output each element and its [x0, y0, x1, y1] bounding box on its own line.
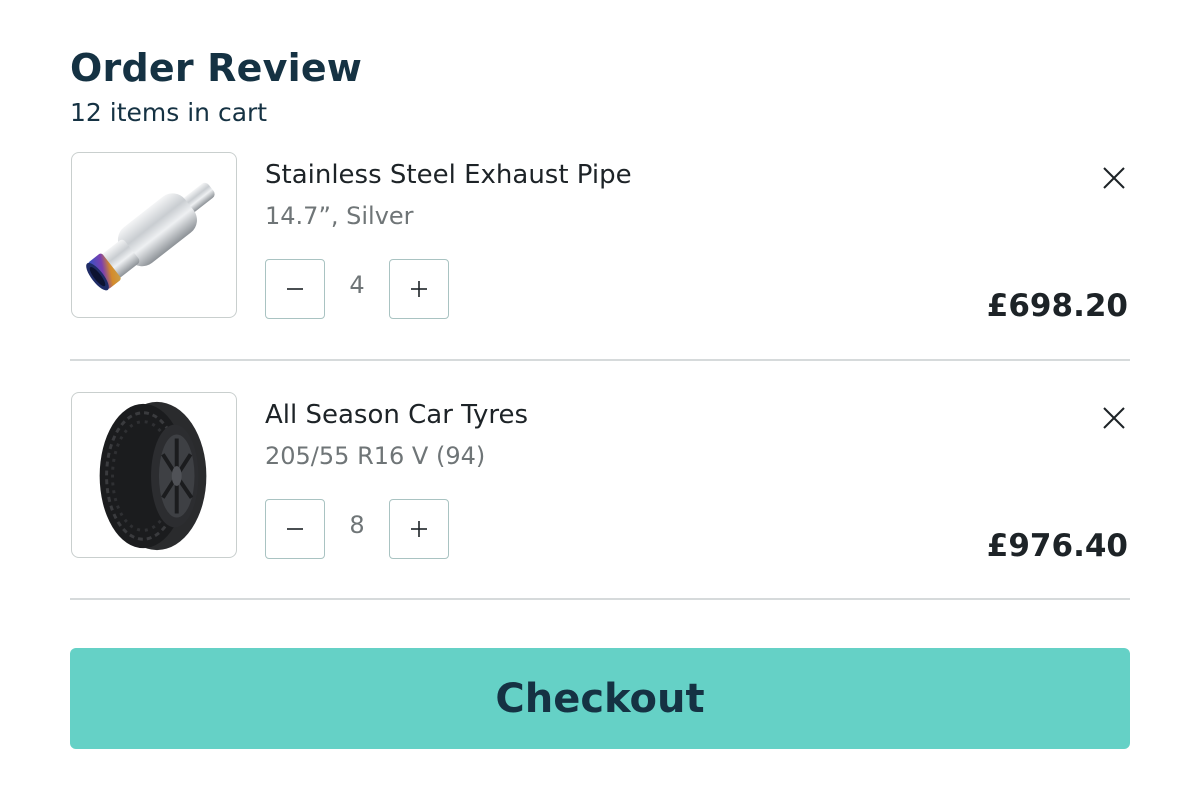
close-icon [1103, 407, 1125, 429]
quantity-stepper: 8 [265, 499, 451, 561]
increase-quantity-button[interactable] [389, 259, 449, 319]
divider [70, 359, 1130, 361]
plus-icon [411, 521, 427, 537]
quantity-stepper: 4 [265, 259, 451, 321]
item-name: All Season Car Tyres [265, 400, 529, 430]
plus-icon [411, 281, 427, 297]
increase-quantity-button[interactable] [389, 499, 449, 559]
item-name: Stainless Steel Exhaust Pipe [265, 160, 632, 190]
remove-item-button[interactable] [1098, 162, 1130, 194]
cart-item: Stainless Steel Exhaust Pipe 14.7”, Silv… [70, 152, 1130, 324]
decrease-quantity-button[interactable] [265, 259, 325, 319]
close-icon [1103, 167, 1125, 189]
minus-icon [287, 528, 303, 530]
checkout-button[interactable]: Checkout [70, 648, 1130, 749]
decrease-quantity-button[interactable] [265, 499, 325, 559]
order-review-panel: Order Review 12 items in cart Stainless … [70, 0, 1130, 800]
item-price: £976.40 [986, 528, 1128, 564]
divider [70, 598, 1130, 600]
item-variant: 205/55 R16 V (94) [265, 442, 486, 470]
page-title: Order Review [70, 46, 363, 90]
item-price: £698.20 [986, 288, 1128, 324]
item-variant: 14.7”, Silver [265, 202, 414, 230]
quantity-value: 8 [349, 511, 365, 539]
minus-icon [287, 288, 303, 290]
quantity-value: 4 [349, 271, 365, 299]
remove-item-button[interactable] [1098, 402, 1130, 434]
cart-item-count: 12 items in cart [70, 98, 268, 127]
car-tyre-image[interactable] [71, 392, 237, 558]
cart-item: All Season Car Tyres 205/55 R16 V (94) 8 [70, 392, 1130, 564]
exhaust-pipe-image[interactable] [71, 152, 237, 318]
